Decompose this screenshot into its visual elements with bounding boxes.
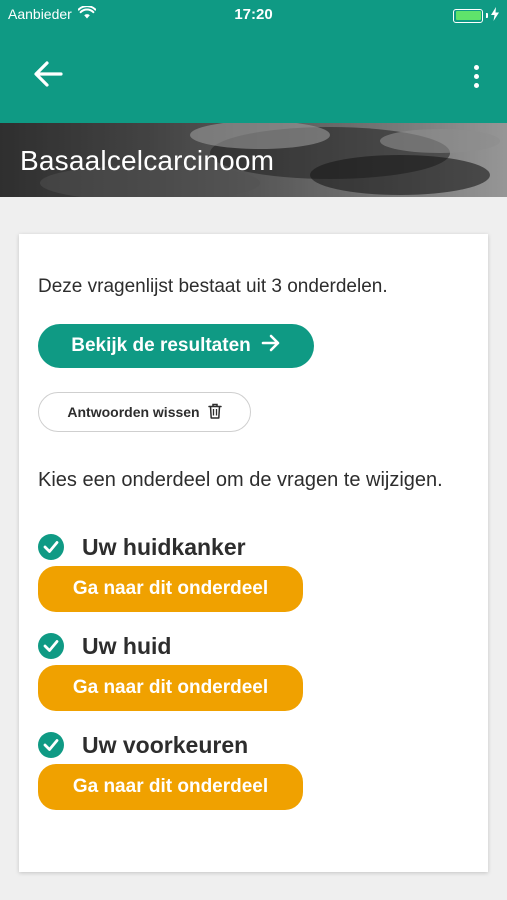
section-item: Uw voorkeuren Ga naar dit onderdeel bbox=[38, 730, 458, 810]
back-button[interactable] bbox=[28, 58, 68, 94]
goto-section-button[interactable]: Ga naar dit onderdeel bbox=[38, 764, 303, 810]
section-item: Uw huid Ga naar dit onderdeel bbox=[38, 631, 458, 711]
section-header: Uw huid bbox=[38, 631, 458, 661]
section-header: Uw huidkanker bbox=[38, 532, 458, 562]
status-bar: Aanbieder 17:20 bbox=[0, 0, 507, 30]
questionnaire-card: Deze vragenlijst bestaat uit 3 onderdele… bbox=[19, 234, 488, 872]
battery-icon bbox=[453, 8, 483, 23]
battery-indicator bbox=[453, 7, 499, 24]
arrow-left-icon bbox=[33, 60, 63, 93]
check-circle-icon bbox=[38, 633, 64, 659]
intro-text: Deze vragenlijst bestaat uit 3 onderdele… bbox=[38, 276, 388, 297]
menu-dot bbox=[473, 82, 479, 88]
view-results-button[interactable]: Bekijk de resultaten bbox=[38, 324, 314, 368]
check-circle-icon bbox=[38, 732, 64, 758]
menu-dot bbox=[473, 73, 479, 79]
section-title: Uw huid bbox=[82, 632, 172, 659]
clear-answers-label: Antwoorden wissen bbox=[67, 404, 200, 420]
header-banner: Basaalcelcarcinoom bbox=[0, 123, 507, 197]
goto-section-button[interactable]: Ga naar dit onderdeel bbox=[38, 665, 303, 711]
menu-dot bbox=[473, 64, 479, 70]
battery-tip bbox=[486, 13, 488, 18]
more-menu-button[interactable] bbox=[467, 60, 485, 92]
page-title: Basaalcelcarcinoom bbox=[20, 145, 275, 176]
section-header: Uw voorkeuren bbox=[38, 730, 458, 760]
battery-level-fill bbox=[455, 11, 481, 20]
section-title: Uw voorkeuren bbox=[82, 731, 249, 758]
arrow-right-icon bbox=[261, 334, 281, 358]
clear-answers-button[interactable]: Antwoorden wissen bbox=[38, 392, 251, 432]
check-circle-icon bbox=[38, 534, 64, 560]
choose-section-text: Kies een onderdeel om de vragen te wijzi… bbox=[38, 469, 443, 491]
status-time: 17:20 bbox=[234, 6, 273, 23]
app-bar bbox=[0, 30, 507, 123]
trash-icon bbox=[207, 403, 222, 422]
view-results-label: Bekijk de resultaten bbox=[71, 335, 251, 356]
section-item: Uw huidkanker Ga naar dit onderdeel bbox=[38, 532, 458, 612]
goto-section-button[interactable]: Ga naar dit onderdeel bbox=[38, 566, 303, 612]
section-title: Uw huidkanker bbox=[82, 533, 246, 560]
charging-bolt-icon bbox=[491, 7, 499, 24]
